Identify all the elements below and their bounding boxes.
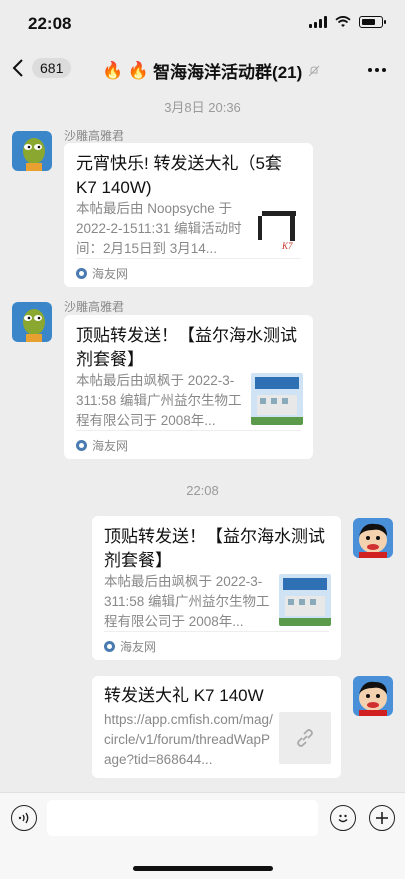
source-icon <box>76 267 87 279</box>
sender-name: 沙雕高雅君 <box>64 300 125 314</box>
unread-count-badge[interactable]: 681 <box>32 58 72 78</box>
link-card[interactable]: 元宵快乐! 转发送大礼（5套K7 140W) 本帖最后由 Noopsyche 于… <box>64 143 313 287</box>
battery-icon <box>359 16 386 28</box>
avatar[interactable] <box>12 302 52 342</box>
status-icons <box>309 16 386 28</box>
source-icon <box>104 640 115 652</box>
card-title: 顶贴转发送！【益尔海水测试剂套餐】 <box>76 326 297 369</box>
back-chevron-icon[interactable] <box>12 58 24 84</box>
message-input[interactable] <box>47 800 318 836</box>
emoji-icon[interactable] <box>330 805 356 831</box>
home-indicator <box>133 866 273 871</box>
sender-name: 沙雕高雅君 <box>64 129 125 143</box>
chat-header: 681 🔥 🔥 智海海洋活动群(21) <box>0 46 405 92</box>
timestamp: 22:08 <box>186 483 219 498</box>
card-description: 本帖最后由飒枫于 2022-3-311:58 编辑广州益尔生物工程有限公司于 2… <box>104 574 270 629</box>
card-source: 海友网 <box>104 631 329 660</box>
mute-icon <box>308 65 320 76</box>
link-card[interactable]: 顶贴转发送！【益尔海水测试剂套餐】 本帖最后由飒枫于 2022-3-311:58… <box>64 315 313 459</box>
card-description: 本帖最后由 Noopsyche 于 2022-2-1511:31 编辑活动时间：… <box>76 201 242 256</box>
link-icon <box>279 712 331 764</box>
avatar[interactable] <box>12 131 52 171</box>
source-name: 海友网 <box>120 639 157 654</box>
status-bar: 22:08 <box>0 0 405 46</box>
link-card[interactable]: 顶贴转发送！【益尔海水测试剂套餐】 本帖最后由飒枫于 2022-3-311:58… <box>92 516 341 660</box>
my-avatar[interactable] <box>353 676 393 716</box>
chat-title: 🔥 🔥 智海海洋活动群(21) <box>102 58 320 83</box>
card-title: 元宵快乐! 转发送大礼（5套K7 140W) <box>76 154 282 197</box>
card-description: https://app.cmfish.com/mag/circle/v1/for… <box>104 712 273 767</box>
card-title: 转发送大礼 K7 140W <box>104 686 264 705</box>
card-thumbnail: K7 <box>254 203 306 255</box>
card-description: 本帖最后由飒枫于 2022-3-311:58 编辑广州益尔生物工程有限公司于 2… <box>76 373 242 428</box>
wifi-icon <box>335 16 351 27</box>
plus-icon[interactable] <box>369 805 395 831</box>
svg-text:K7: K7 <box>281 241 293 251</box>
group-name: 智海海洋活动群(21) <box>153 63 303 82</box>
timestamp: 3月8日 20:36 <box>164 100 241 115</box>
my-avatar[interactable] <box>353 518 393 558</box>
source-name: 海友网 <box>92 438 129 453</box>
fire-icon: 🔥 🔥 <box>102 60 150 80</box>
voice-icon[interactable] <box>11 805 37 831</box>
card-thumbnail <box>279 574 331 626</box>
source-icon <box>76 439 87 451</box>
card-source: 海友网 <box>76 258 301 287</box>
card-source: 海友网 <box>76 430 301 459</box>
card-title: 顶贴转发送！【益尔海水测试剂套餐】 <box>104 527 325 570</box>
status-time: 22:08 <box>28 14 72 33</box>
card-thumbnail <box>251 373 303 425</box>
signal-icon <box>309 16 327 28</box>
more-icon[interactable] <box>367 56 387 79</box>
link-card[interactable]: 转发送大礼 K7 140W https://app.cmfish.com/mag… <box>92 676 341 778</box>
source-name: 海友网 <box>92 266 129 281</box>
